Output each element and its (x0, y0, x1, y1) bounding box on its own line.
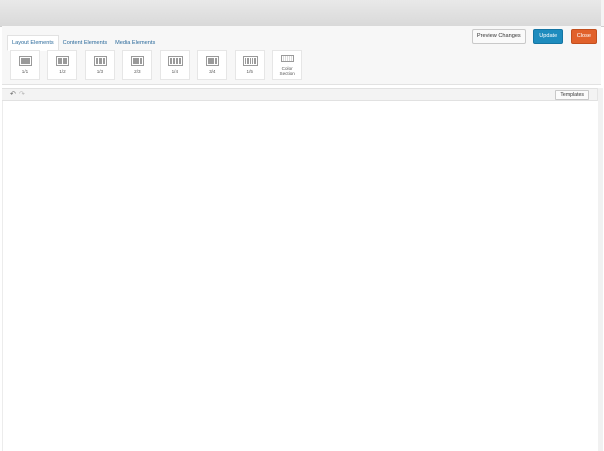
column-3-4-icon (206, 56, 220, 66)
element-label: 1/5 (246, 69, 253, 74)
element-label: 2/3 (134, 69, 141, 74)
tab-content-elements[interactable]: Content Elements (59, 36, 111, 50)
element-1-1[interactable]: 1/1 (10, 50, 40, 80)
column-1-5-icon (242, 56, 258, 66)
element-2-3[interactable]: 2/3 (122, 50, 153, 80)
element-3-4[interactable]: 3/4 (197, 50, 228, 80)
color-section-icon (281, 55, 295, 62)
builder-canvas[interactable] (2, 101, 598, 451)
redo-icon[interactable]: ↷ (19, 90, 25, 98)
element-label: 3/4 (209, 69, 216, 74)
element-label: 1/3 (96, 69, 104, 74)
element-color-section[interactable]: Color Section (272, 50, 303, 80)
element-label: 1/1 (21, 69, 29, 74)
element-1-4[interactable]: 1/4 (159, 50, 190, 80)
column-2-3-icon (131, 56, 145, 66)
tab-media-elements[interactable]: Media Elements (111, 36, 159, 50)
templates-button[interactable]: Templates (555, 90, 589, 100)
element-label: 1/4 (171, 69, 178, 74)
layout-elements-list: 1/1 1/2 1/3 2/3 1/4 3/4 1/5 Color Sectio… (10, 50, 305, 80)
preview-changes-button[interactable]: Preview Changes (471, 29, 526, 44)
column-1-4-icon (167, 56, 183, 66)
column-1-3-icon (93, 56, 107, 66)
element-1-2[interactable]: 1/2 (47, 50, 78, 80)
element-label: 1/2 (59, 69, 66, 74)
element-tabs: Layout Elements Content Elements Media Ele… (7, 31, 159, 51)
column-1-1-icon (19, 56, 32, 66)
close-button[interactable]: Close (570, 29, 597, 44)
action-buttons: Preview Changes Update Close (469, 29, 597, 47)
builder-panel: Layout Elements Content Elements Media Ele… (2, 26, 601, 85)
update-button[interactable]: Update (533, 29, 564, 44)
top-bar (0, 0, 604, 27)
builder-toolbar: ↶ ↷ Templates (2, 88, 597, 101)
tab-layout-elements[interactable]: Layout Elements (7, 35, 59, 51)
column-1-2-icon (56, 56, 70, 66)
element-label: Color Section (279, 66, 295, 76)
element-1-3[interactable]: 1/3 (84, 50, 115, 80)
element-1-5[interactable]: 1/5 (234, 50, 265, 80)
undo-icon[interactable]: ↶ (10, 90, 16, 98)
